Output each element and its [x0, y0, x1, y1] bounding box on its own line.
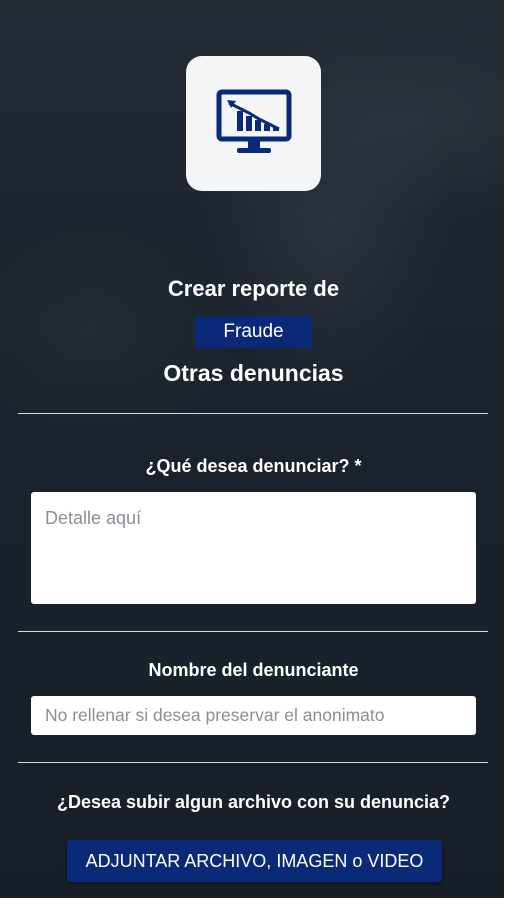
attach-file-button[interactable]: ADJUNTAR ARCHIVO, IMAGEN o VIDEO [67, 840, 442, 882]
reporter-name-input[interactable] [31, 696, 476, 735]
complaint-textarea[interactable] [31, 492, 476, 604]
category-logo-card [186, 56, 321, 191]
category-badge: Fraude [195, 316, 312, 348]
divider [18, 631, 488, 632]
report-title-prefix: Crear reporte de [167, 276, 340, 301]
monitor-declining-chart-icon [216, 89, 291, 153]
complaint-label: ¿Qué desea denunciar? * [145, 456, 362, 476]
divider [18, 413, 488, 414]
divider [18, 762, 488, 763]
report-subcategory: Otras denuncias [163, 360, 344, 386]
attachment-label: ¿Desea subir algun archivo con su denunc… [56, 792, 451, 812]
report-form-screen: Crear reporte de Fraude Otras denuncias … [0, 0, 507, 900]
reporter-name-label: Nombre del denunciante [148, 660, 359, 680]
